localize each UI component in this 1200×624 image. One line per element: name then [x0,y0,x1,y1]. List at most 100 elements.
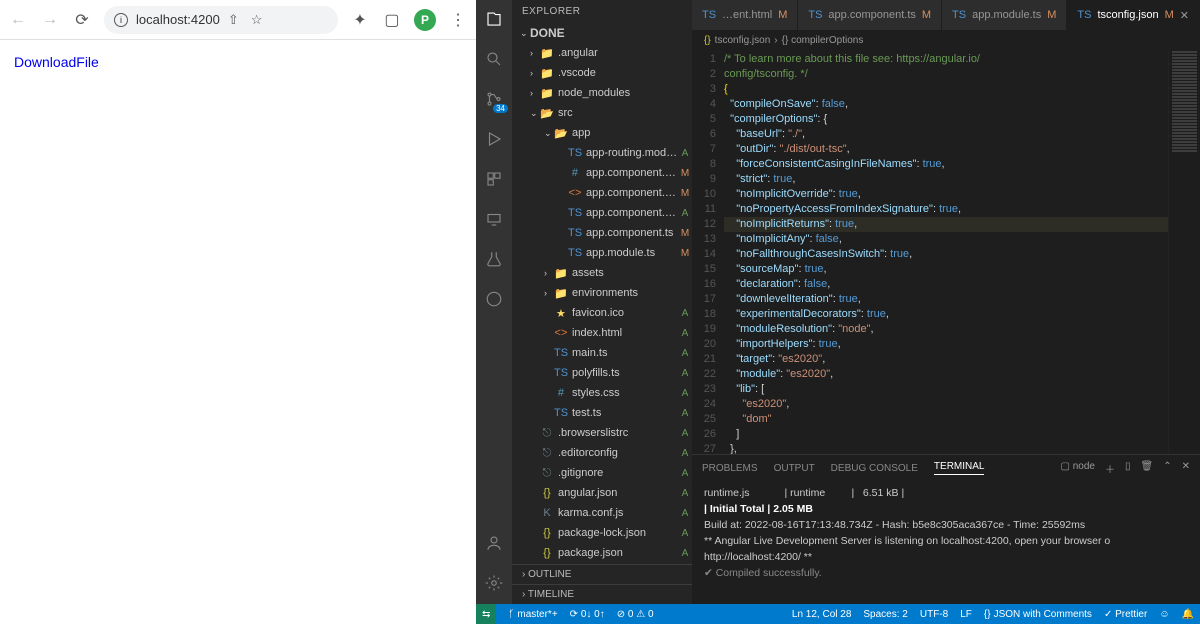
scm-badge: 34 [493,104,508,113]
extensions-icon[interactable] [483,168,505,190]
tab-app.component.ts[interactable]: TSapp.component.tsM [798,0,942,30]
file-node_modules[interactable]: ›📁node_modules [512,83,692,103]
panel-tab-problems[interactable]: PROBLEMS [702,463,758,474]
new-terminal-icon[interactable]: ＋ [1105,461,1115,476]
file-.gitignore[interactable]: ⎋.gitignoreA [512,463,692,483]
close-panel-icon[interactable]: ✕ [1182,461,1190,476]
omnibox[interactable]: i localhost:4200 ⇧ ☆ [104,6,338,34]
git-branch[interactable]: ᚶ master*+ [508,609,557,620]
tab-bar: TS…ent.htmlMTSapp.component.tsMTSapp.mod… [692,0,1200,30]
file-app.component.css[interactable]: #app.component.cssM [512,163,692,183]
kill-terminal-icon[interactable]: 🗑 [1141,461,1154,476]
indent-status[interactable]: Spaces: 2 [863,609,907,620]
git-sync[interactable]: ⟳ 0↓ 0↑ [570,609,605,620]
language-mode[interactable]: {} JSON with Comments [984,609,1092,620]
panel-tab-output[interactable]: OUTPUT [774,463,815,474]
eol-status[interactable]: LF [960,609,972,620]
panel-tab-debug console[interactable]: DEBUG CONSOLE [831,463,918,474]
scm-icon[interactable]: 34 [483,88,505,110]
reload-button[interactable]: ⟳ [72,10,92,30]
file-karma.conf.js[interactable]: Kkarma.conf.jsA [512,503,692,523]
file-app[interactable]: ⌄📂app [512,123,692,143]
close-tab-icon[interactable]: ✕ [1180,9,1189,22]
minimap[interactable] [1168,50,1200,454]
sidebar: EXPLORER ⌄DONE ›📁.angular›📁.vscode›📁node… [512,0,692,604]
url-text: localhost:4200 [136,12,220,27]
breadcrumb[interactable]: {} tsconfig.json › {} compilerOptions [692,30,1200,50]
tabs-icon[interactable]: ▢ [382,10,402,30]
file-tree: ›📁.angular›📁.vscode›📁node_modules⌄📂src⌄📂… [512,43,692,564]
remote-indicator[interactable]: ⇆ [476,604,496,624]
project-root[interactable]: ⌄DONE [512,23,692,43]
panel-tabs: PROBLEMS OUTPUT DEBUG CONSOLE TERMINAL ▢ no… [692,455,1200,481]
code-content[interactable]: /* To learn more about this file see: ht… [724,50,1168,454]
file-index.html[interactable]: <>index.htmlA [512,323,692,343]
site-info-icon[interactable]: i [114,13,128,27]
file-styles.css[interactable]: #styles.cssA [512,383,692,403]
forward-button[interactable]: → [40,10,60,30]
file-src[interactable]: ⌄📂src [512,103,692,123]
file-app-routing.module.ts[interactable]: TSapp-routing.module.tsA [512,143,692,163]
cursor-position[interactable]: Ln 12, Col 28 [792,609,852,620]
encoding-status[interactable]: UTF-8 [920,609,948,620]
problems-status[interactable]: ⊘ 0 ⚠ 0 [617,609,654,620]
file-app.component.spec.ts[interactable]: TSapp.component.spec.tsA [512,203,692,223]
feedback-icon[interactable]: ☺ [1159,609,1169,620]
share-icon[interactable]: ⇧ [228,12,239,28]
panel-actions: ▢ node ＋ ▯ 🗑 ⌃ ✕ [1061,461,1190,476]
browser-window: ← → ⟳ i localhost:4200 ⇧ ☆ ✦ ▢ P ⋮ Downl… [0,0,476,624]
terminal-dropdown[interactable]: ▢ node [1061,461,1095,476]
panel-tab-terminal[interactable]: TERMINAL [934,461,985,475]
file-assets[interactable]: ›📁assets [512,263,692,283]
remote-icon[interactable] [483,208,505,230]
file-package.json[interactable]: {}package.jsonA [512,543,692,563]
github-icon[interactable] [483,288,505,310]
file-favicon.ico[interactable]: ★favicon.icoA [512,303,692,323]
explorer-icon[interactable] [483,8,505,30]
file-main.ts[interactable]: TSmain.tsA [512,343,692,363]
timeline-section[interactable]: › TIMELINE [512,584,692,604]
tab-…ent.html[interactable]: TS…ent.htmlM [692,0,798,30]
file-app.component.html[interactable]: <>app.component.htmlM [512,183,692,203]
debug-icon[interactable] [483,128,505,150]
vscode-window: 34 EXPLORER ⌄DONE ›📁.angular›📁.vscode›📁n… [476,0,1200,624]
extensions-icon[interactable]: ✦ [350,10,370,30]
file-angular.json[interactable]: {}angular.jsonA [512,483,692,503]
editor-area: TS…ent.htmlMTSapp.component.tsMTSapp.mod… [692,0,1200,604]
tab-app.module.ts[interactable]: TSapp.module.tsM [942,0,1067,30]
editor[interactable]: 1234567891011121314151617181920212223242… [692,50,1200,454]
file-.editorconfig[interactable]: ⎋.editorconfigA [512,443,692,463]
bookmark-icon[interactable]: ☆ [251,12,263,28]
browser-menu-icon[interactable]: ⋮ [448,10,468,30]
terminal-output[interactable]: runtime.js | runtime | 6.51 kB | | Initi… [692,481,1200,604]
back-button[interactable]: ← [8,10,28,30]
file-.vscode[interactable]: ›📁.vscode [512,63,692,83]
activity-bar: 34 [476,0,512,604]
maximize-panel-icon[interactable]: ⌃ [1163,461,1171,476]
file-package-lock.json[interactable]: {}package-lock.jsonA [512,523,692,543]
file-.browserslistrc[interactable]: ⎋.browserslistrcA [512,423,692,443]
terminal-panel: PROBLEMS OUTPUT DEBUG CONSOLE TERMINAL ▢ no… [692,454,1200,604]
status-bar: ⇆ ᚶ master*+ ⟳ 0↓ 0↑ ⊘ 0 ⚠ 0 Ln 12, Col … [476,604,1200,624]
file-polyfills.ts[interactable]: TSpolyfills.tsA [512,363,692,383]
notifications-icon[interactable]: 🔔 [1182,609,1194,620]
account-icon[interactable] [483,532,505,554]
test-icon[interactable] [483,248,505,270]
file-environments[interactable]: ›📁environments [512,283,692,303]
tab-tsconfig.json[interactable]: TStsconfig.jsonM✕ [1067,0,1200,30]
explorer-title: EXPLORER [512,0,692,23]
file-app.component.ts[interactable]: TSapp.component.tsM [512,223,692,243]
prettier-status[interactable]: ✓ Prettier [1104,609,1147,620]
profile-avatar[interactable]: P [414,9,436,31]
settings-icon[interactable] [483,572,505,594]
line-gutter: 1234567891011121314151617181920212223242… [692,50,724,454]
file-test.ts[interactable]: TStest.tsA [512,403,692,423]
browser-toolbar: ← → ⟳ i localhost:4200 ⇧ ☆ ✦ ▢ P ⋮ [0,0,476,40]
split-terminal-icon[interactable]: ▯ [1125,461,1131,476]
file-app.module.ts[interactable]: TSapp.module.tsM [512,243,692,263]
download-file-link[interactable]: DownloadFile [14,54,99,70]
search-icon[interactable] [483,48,505,70]
file-.angular[interactable]: ›📁.angular [512,43,692,63]
outline-section[interactable]: › OUTLINE [512,564,692,584]
browser-content: DownloadFile [0,40,476,624]
